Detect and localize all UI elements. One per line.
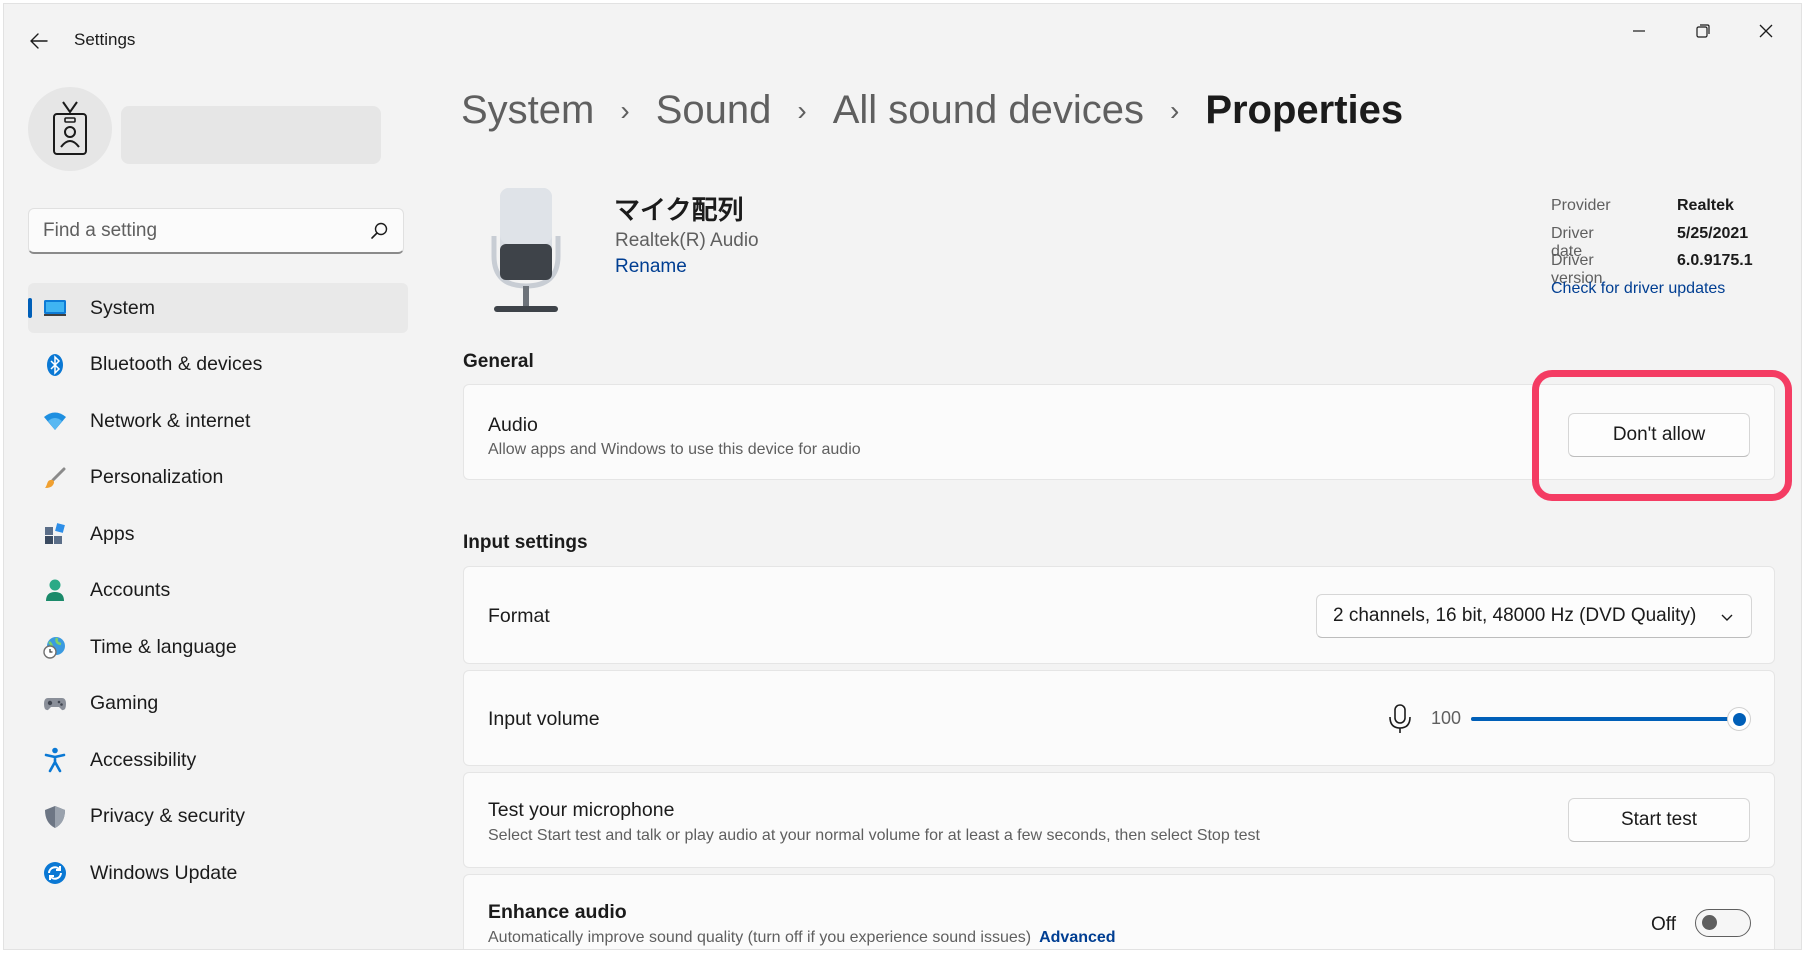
accounts-icon	[42, 578, 68, 604]
advanced-link[interactable]: Advanced	[1039, 929, 1115, 946]
search-input[interactable]	[43, 209, 343, 253]
enhance-audio-toggle[interactable]	[1695, 909, 1751, 937]
sidebar-item-label: Personalization	[90, 466, 224, 488]
device-name: マイク配列	[614, 195, 744, 225]
audio-description: Allow apps and Windows to use this devic…	[488, 441, 861, 458]
profile-name-placeholder	[121, 106, 381, 164]
breadcrumb-separator: ›	[1169, 94, 1180, 126]
shield-icon	[42, 804, 68, 830]
system-icon	[42, 295, 68, 321]
slider-fill	[1471, 717, 1739, 721]
sidebar-item-label: Apps	[90, 522, 135, 545]
sidebar-item-gaming[interactable]: Gaming	[28, 679, 408, 729]
breadcrumb-separator: ›	[797, 94, 807, 126]
sidebar-item-label: System	[90, 296, 156, 319]
sidebar-item-apps[interactable]: Apps	[28, 509, 408, 559]
back-arrow-icon	[30, 33, 48, 49]
id-badge-icon	[53, 101, 87, 155]
breadcrumb-item-sound[interactable]: Sound	[656, 88, 772, 133]
device-driver-name: Realtek(R) Audio	[615, 230, 759, 251]
driver-provider-value: Realtek	[1677, 197, 1734, 214]
audio-title: Audio	[488, 414, 538, 436]
enhance-audio-description: Automatically improve sound quality (tur…	[488, 929, 1032, 946]
driver-version-value: 6.0.9175.1	[1677, 252, 1753, 269]
update-icon	[42, 860, 68, 886]
apps-icon	[42, 521, 68, 547]
test-microphone-description: Select Start test and talk or play audio…	[488, 827, 1260, 844]
globe-clock-icon	[42, 634, 68, 660]
sidebar-item-label: Time & language	[90, 635, 237, 658]
sidebar-item-label: Accessibility	[90, 748, 197, 771]
app-title: Settings	[74, 30, 136, 49]
page-title: Properties	[1205, 88, 1404, 132]
sidebar-item-windows-update[interactable]: Windows Update	[28, 848, 408, 898]
title-bar: Settings	[4, 4, 1801, 74]
search-box[interactable]	[28, 208, 404, 254]
sidebar-item-label: Windows Update	[90, 861, 238, 884]
check-driver-updates-link[interactable]: Check for driver updates	[1551, 280, 1725, 298]
sidebar-item-personalization[interactable]: Personalization	[28, 453, 408, 503]
format-title: Format	[488, 605, 550, 627]
slider-thumb[interactable]	[1727, 707, 1751, 731]
section-title-input-settings: Input settings	[463, 532, 588, 553]
toggle-knob	[1702, 915, 1717, 930]
close-button[interactable]	[1741, 16, 1791, 46]
breadcrumb-item-system[interactable]: System	[461, 88, 594, 133]
start-test-button[interactable]: Start test	[1568, 798, 1750, 842]
highlight-annotation	[1532, 370, 1792, 501]
sidebar-item-accessibility[interactable]: Accessibility	[28, 735, 408, 785]
gamepad-icon	[42, 691, 68, 717]
settings-window: Settings Find a setting System Bluetooth…	[3, 3, 1802, 950]
sidebar-item-accounts[interactable]: Accounts	[28, 566, 408, 616]
input-volume-value: 100	[1431, 708, 1462, 728]
maximize-icon	[1696, 24, 1710, 38]
slider-thumb-dot	[1732, 712, 1746, 726]
enhance-audio-state: Off	[1651, 914, 1676, 935]
enhance-audio-description-row: Automatically improve sound quality (tur…	[488, 929, 1116, 947]
sidebar-item-label: Accounts	[90, 579, 171, 601]
sidebar-item-time-language[interactable]: Time & language	[28, 622, 408, 672]
accessibility-icon	[42, 747, 68, 773]
microphone-device-icon	[491, 188, 561, 312]
section-title-general: General	[463, 351, 534, 372]
avatar	[28, 87, 112, 171]
chevron-down-icon	[1721, 614, 1733, 621]
breadcrumb: System › Sound › All sound devices › Pro…	[461, 88, 1403, 133]
format-selected-value: 2 channels, 16 bit, 48000 Hz (DVD Qualit…	[1333, 605, 1697, 626]
enhance-audio-card: Enhance audio Automatically improve soun…	[463, 874, 1775, 949]
sidebar-item-system[interactable]: System	[28, 283, 408, 333]
sidebar-item-label: Privacy & security	[90, 805, 245, 827]
minimize-button[interactable]	[1614, 16, 1664, 46]
sidebar-nav: System Bluetooth & devices Network & int…	[28, 283, 408, 905]
microphone-icon[interactable]	[1387, 704, 1413, 734]
input-volume-title: Input volume	[488, 708, 600, 730]
breadcrumb-separator: ›	[620, 94, 630, 126]
driver-date-value: 5/25/2021	[1677, 224, 1749, 242]
wifi-icon	[42, 408, 68, 434]
input-volume-slider[interactable]	[1471, 707, 1751, 731]
enhance-audio-title: Enhance audio	[488, 901, 627, 923]
format-dropdown[interactable]: 2 channels, 16 bit, 48000 Hz (DVD Qualit…	[1316, 594, 1752, 638]
test-microphone-title: Test your microphone	[488, 799, 675, 821]
sidebar-item-label: Network & internet	[90, 409, 251, 432]
sidebar-item-label: Bluetooth & devices	[90, 353, 263, 375]
bluetooth-icon	[42, 352, 68, 378]
driver-provider-label: Provider	[1551, 197, 1611, 214]
sidebar-item-bluetooth[interactable]: Bluetooth & devices	[28, 340, 408, 390]
brush-icon	[42, 465, 68, 491]
breadcrumb-item-all-sound-devices[interactable]: All sound devices	[833, 88, 1144, 133]
sidebar-item-privacy-security[interactable]: Privacy & security	[28, 792, 408, 842]
search-icon[interactable]	[369, 221, 389, 241]
sidebar-item-network[interactable]: Network & internet	[28, 396, 408, 446]
sidebar-item-label: Gaming	[90, 692, 159, 714]
close-icon	[1759, 24, 1773, 38]
maximize-button[interactable]	[1678, 16, 1728, 46]
rename-link[interactable]: Rename	[615, 256, 687, 278]
minimize-icon	[1633, 30, 1645, 32]
back-button[interactable]	[24, 26, 54, 56]
